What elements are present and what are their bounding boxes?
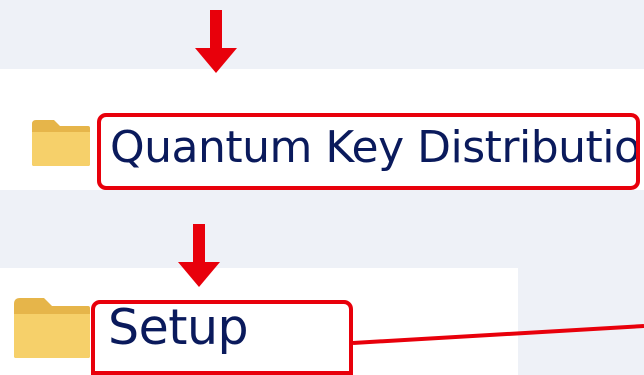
down-arrow-icon <box>195 10 237 73</box>
down-arrow-icon <box>178 224 220 287</box>
highlight-box <box>91 300 353 375</box>
folder-icon <box>32 120 90 166</box>
folder-icon <box>14 298 90 358</box>
highlight-box <box>97 113 640 190</box>
